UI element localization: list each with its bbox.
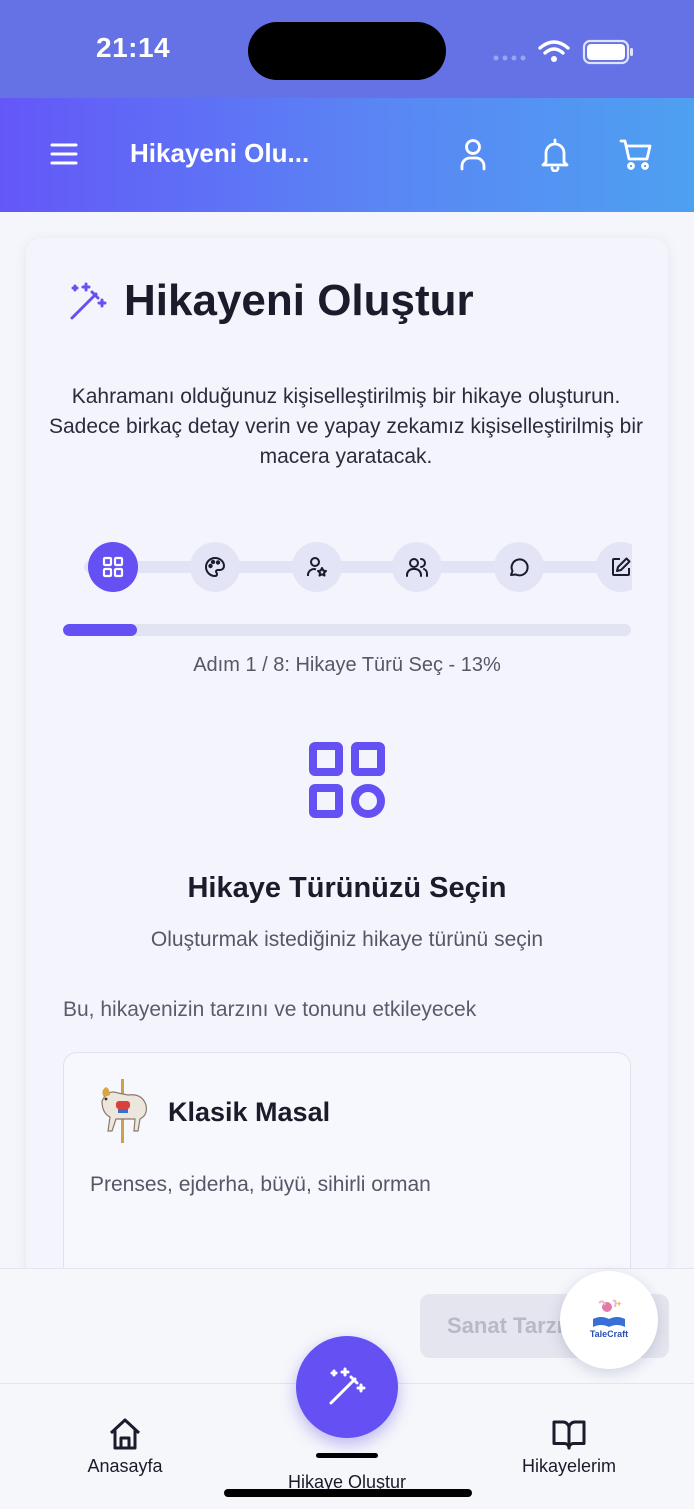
create-story-fab[interactable] [296,1336,398,1438]
magic-wand-icon [329,1367,366,1405]
tab-my-stories[interactable]: Hikayelerim [504,1384,634,1509]
option-title: Klasik Masal [168,1097,331,1127]
home-icon [109,1418,141,1450]
create-story-card: Hikayeni Oluştur Kahramanı olduğunuz kiş… [26,238,668,1278]
status-icons [493,39,633,65]
menu-icon[interactable] [46,136,82,172]
step-hero[interactable] [292,542,342,592]
dynamic-island [248,22,446,80]
page-description: Kahramanı olduğunuz kişiselleştirilmiş b… [48,385,644,468]
home-indicator [224,1489,472,1497]
grid-icon [102,556,124,578]
wifi-icon [538,40,570,55]
header-title: Hikayeni Olu... [130,138,310,168]
section-title: Hikaye Türünüzü Seçin [187,872,507,904]
step-indicator [64,540,632,594]
signal-icon [493,55,526,61]
progress-bar [63,624,631,636]
user-star-icon [307,557,327,577]
step-dialogue[interactable] [494,542,544,592]
talecraft-logo-icon [593,1299,625,1327]
book-icon [552,1420,586,1450]
palette-icon [205,556,226,578]
users-icon [406,558,428,577]
status-bar: 21:14 [0,0,694,98]
wifi-dot [551,56,557,62]
magic-wand-icon [70,282,107,320]
battery-icon [582,39,633,65]
tab-label-stories: Hikayelerim [521,1456,617,1476]
app-header: Hikayeni Olu... [0,98,694,212]
fab-underline [316,1453,378,1458]
user-icon[interactable] [455,136,491,172]
progress-label: Adım 1 / 8: Hikaye Türü Seç - 13% [193,654,501,676]
story-type-option-classic[interactable]: Klasik Masal Prenses, ejderha, büyü, sih… [63,1052,631,1278]
section-subtitle: Oluşturmak istediğiniz hikaye türünü seç… [150,928,544,951]
progress-fill [63,624,137,636]
section-hint: Bu, hikayenizin tarzını ve tonunu etkile… [63,998,477,1021]
talecraft-label: TaleCraft [589,1329,629,1339]
bell-icon[interactable] [537,136,573,172]
page-title: Hikayeni Oluştur [124,276,474,325]
step-details[interactable] [596,542,632,592]
option-description: Prenses, ejderha, büyü, sihirli orman [90,1173,431,1196]
step-art-style[interactable] [190,542,240,592]
talecraft-assistant-button[interactable]: TaleCraft [560,1271,658,1369]
step-story-type[interactable] [88,542,138,592]
edit-icon [612,557,631,576]
step-track [84,561,632,573]
story-type-icon [309,742,385,818]
status-time: 21:14 [96,32,171,63]
tab-label-home: Anasayfa [87,1456,163,1476]
tab-home[interactable]: Anasayfa [70,1384,180,1509]
step-characters[interactable] [392,542,442,592]
chat-icon [510,558,529,577]
cart-icon[interactable] [618,136,654,172]
carousel-horse-icon [101,1079,147,1143]
